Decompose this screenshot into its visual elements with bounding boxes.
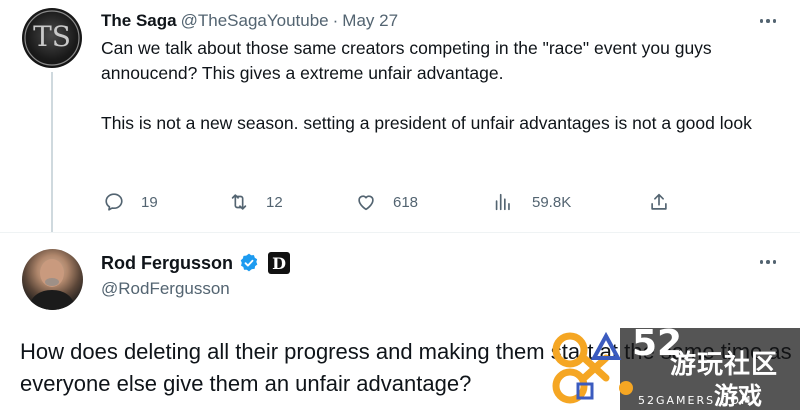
author-name[interactable]: The Saga xyxy=(101,11,177,30)
reply-icon xyxy=(105,193,123,211)
tweet-divider xyxy=(0,232,800,233)
author-name[interactable]: Rod Fergusson xyxy=(101,253,233,274)
tweet-paragraph: This is not a new season. setting a pres… xyxy=(101,113,752,133)
reply-count: 19 xyxy=(141,193,158,211)
views-count: 59.8K xyxy=(532,193,572,211)
share-button[interactable] xyxy=(648,190,670,214)
reply-tweet-text: Can we talk about those same creators co… xyxy=(101,36,791,136)
retweet-icon xyxy=(231,194,247,210)
author-row: Rod Fergusson D xyxy=(101,251,291,275)
like-button[interactable]: 618 xyxy=(355,190,418,214)
thread-line xyxy=(51,72,53,232)
like-count: 618 xyxy=(393,193,419,211)
views-button[interactable]: 59.8K xyxy=(492,190,571,214)
retweet-button[interactable]: 12 xyxy=(228,190,283,214)
affiliate-badge-icon[interactable]: D xyxy=(268,252,291,274)
share-icon xyxy=(651,193,667,210)
verified-badge-icon[interactable] xyxy=(238,252,260,274)
more-options-icon[interactable] xyxy=(757,251,779,273)
avatar-rod-fergusson[interactable] xyxy=(22,249,83,310)
reply-tweet[interactable]: TS The Saga @TheSagaYoutube · May 27 Can we… xyxy=(0,0,800,232)
reply-button[interactable]: 19 xyxy=(103,190,158,214)
retweet-count: 12 xyxy=(266,193,283,211)
analytics-icon xyxy=(495,193,510,211)
author-handle[interactable]: @RodFergusson xyxy=(101,279,230,299)
separator-dot: · xyxy=(332,11,339,30)
tweet-date[interactable]: May 27 xyxy=(342,11,398,30)
more-options-icon[interactable] xyxy=(757,10,779,32)
reply-tweet-header: The Saga @TheSagaYoutube · May 27 xyxy=(101,10,398,32)
heart-icon xyxy=(358,195,374,211)
tweet-action-bar: 19 12 618 59.8K xyxy=(101,190,681,214)
author-handle[interactable]: @TheSagaYoutube xyxy=(181,11,329,30)
svg-text:TS: TS xyxy=(33,20,71,53)
avatar-the-saga[interactable]: TS xyxy=(22,8,82,68)
tweet-paragraph: Can we talk about those same creators co… xyxy=(101,38,717,83)
main-tweet-text: How does deleting all their progress and… xyxy=(20,339,792,396)
